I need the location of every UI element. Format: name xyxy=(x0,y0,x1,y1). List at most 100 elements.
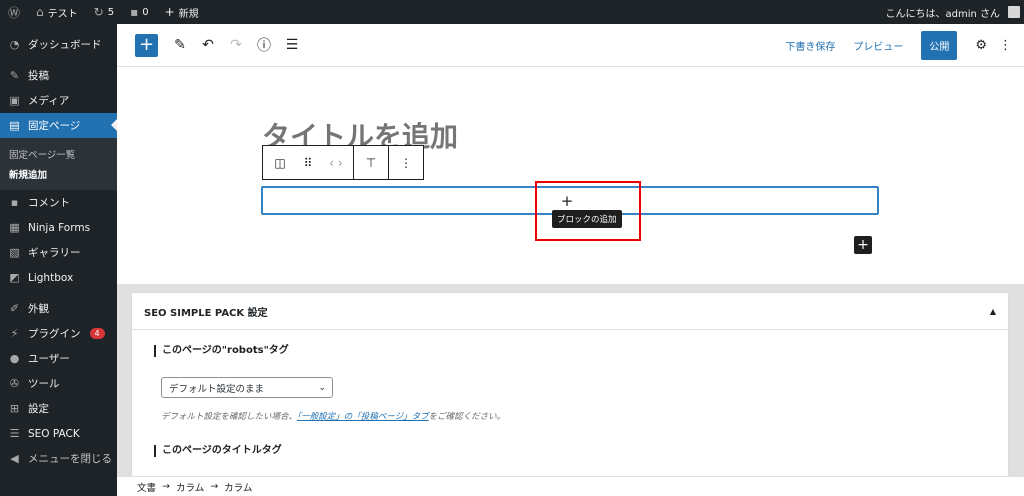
undo-button[interactable]: ↶ xyxy=(196,33,220,57)
breadcrumb-document[interactable]: 文書 xyxy=(137,480,156,494)
block-inserter-toggle[interactable]: + xyxy=(135,33,158,57)
list-view-button[interactable]: ☰ xyxy=(280,33,304,57)
sidebar-item-seo-pack[interactable]: ☰ SEO PACK xyxy=(0,421,117,446)
form-icon: ▦ xyxy=(9,221,20,234)
description-text: デフォルト設定を確認したい場合、 xyxy=(161,412,298,422)
description-suffix: をご確認ください。 xyxy=(428,412,506,422)
robots-select-value: デフォルト設定のまま xyxy=(169,383,265,395)
site-name-link[interactable]: ⌂ テスト xyxy=(28,0,86,24)
submenu-all-pages[interactable]: 固定ページ一覧 xyxy=(0,144,117,164)
gallery-icon: ▧ xyxy=(9,246,20,259)
sidebar-item-label: ギャラリー xyxy=(28,247,81,259)
plus-icon: + xyxy=(138,34,155,55)
collapse-icon: ◀ xyxy=(10,452,19,465)
pencil-icon: ✎ xyxy=(174,37,186,53)
greeting: こんにちは、admin さん xyxy=(885,8,1000,20)
block-options-icon[interactable]: ⋮ xyxy=(394,151,418,175)
plus-icon: + xyxy=(857,237,869,253)
sidebar-item-label: ダッシュボード xyxy=(28,39,102,51)
arrow-right-icon: → xyxy=(210,481,219,492)
list-icon: ☰ xyxy=(9,427,20,440)
sidebar-item-label: 設定 xyxy=(28,403,49,415)
new-content-link[interactable]: + 新規 xyxy=(157,0,207,24)
meta-boxes-area: SEO SIMPLE PACK 設定 ▲ このページの"robots"タグ デフ… xyxy=(117,284,1024,496)
sidebar-item-label: SEO PACK xyxy=(28,427,80,440)
account-menu[interactable]: こんにちは、admin さん xyxy=(877,0,1024,24)
comment-icon: ▪ xyxy=(10,196,19,209)
save-draft-button[interactable]: 下書き保存 xyxy=(785,38,835,53)
site-name: テスト xyxy=(47,8,78,20)
dashboard-icon: ◔ xyxy=(9,38,20,51)
plugin-update-badge: 4 xyxy=(89,328,105,339)
more-options-icon[interactable]: ⋮ xyxy=(999,38,1012,53)
admin-bar: Ⓦ ⌂ テスト ↻ 5 ▪ 0 + 新規 こんにちは、admin さん xyxy=(0,0,1024,24)
drag-handle-icon[interactable]: ⠿ xyxy=(296,151,320,175)
metabox-header[interactable]: SEO SIMPLE PACK 設定 ▲ xyxy=(132,293,1008,330)
info-icon: ⓘ xyxy=(257,38,271,54)
arrow-right-icon: → xyxy=(162,481,170,492)
submenu-add-new[interactable]: 新規追加 xyxy=(0,164,117,184)
robots-select[interactable]: デフォルト設定のまま ⌄ xyxy=(161,377,333,398)
sidebar-item-label: Lightbox xyxy=(28,271,74,284)
sidebar-item-media[interactable]: ▣ メディア xyxy=(0,88,117,113)
comments-link[interactable]: ▪ 0 xyxy=(122,0,157,24)
sidebar-item-plugins[interactable]: ⚡ プラグイン 4 xyxy=(0,321,117,346)
sidebar-item-lightbox[interactable]: ◩ Lightbox xyxy=(0,265,117,290)
updates-count: 5 xyxy=(107,6,115,18)
sidebar-item-label: 固定ページ xyxy=(28,120,81,132)
robots-field-label: このページの"robots"タグ xyxy=(154,345,289,357)
sidebar-item-settings[interactable]: ⊞ 設定 xyxy=(0,396,117,421)
sidebar-item-label: メディア xyxy=(28,95,70,107)
settings-gear-icon[interactable]: ⚙ xyxy=(975,38,987,53)
pin-icon: ✎ xyxy=(9,69,20,82)
sidebar-collapse-menu[interactable]: ◀ メニューを閉じる xyxy=(0,446,117,471)
admin-sidebar: ◔ ダッシュボード ✎ 投稿 ▣ メディア ▤ 固定ページ 固定ページ一覧 新規… xyxy=(0,24,117,496)
sidebar-item-ninja-forms[interactable]: ▦ Ninja Forms xyxy=(0,215,117,240)
general-settings-link[interactable]: 「一般設定」の「投稿ページ」タブ xyxy=(297,412,429,422)
new-label: 新規 xyxy=(178,8,199,20)
sidebar-item-comments[interactable]: ▪ コメント xyxy=(0,190,117,215)
sidebar-item-pages[interactable]: ▤ 固定ページ xyxy=(0,113,117,138)
sidebar-item-label: 外観 xyxy=(28,303,49,315)
move-arrows-icon[interactable]: ‹ › xyxy=(324,151,348,175)
comments-count: 0 xyxy=(142,6,149,18)
sidebar-item-label: プラグイン xyxy=(28,328,81,340)
sidebar-item-dashboard[interactable]: ◔ ダッシュボード xyxy=(0,32,117,57)
add-column-button[interactable]: + xyxy=(854,236,872,254)
vertical-align-top-icon[interactable]: ⊤ xyxy=(359,151,383,175)
robots-description: デフォルト設定を確認したい場合、「一般設定」の「投稿ページ」タブをご確認ください… xyxy=(161,410,505,422)
pages-submenu: 固定ページ一覧 新規追加 xyxy=(0,138,117,190)
metabox-title: SEO SIMPLE PACK 設定 xyxy=(144,307,268,319)
chevron-down-icon: ⌄ xyxy=(318,382,326,393)
tools-button[interactable]: ✎ xyxy=(168,33,192,57)
sidebar-item-gallery[interactable]: ▧ ギャラリー xyxy=(0,240,117,265)
seo-simple-pack-metabox: SEO SIMPLE PACK 設定 ▲ このページの"robots"タグ デフ… xyxy=(131,292,1009,494)
redo-button[interactable]: ↷ xyxy=(224,33,248,57)
sidebar-item-label: ユーザー xyxy=(28,353,70,365)
sidebar-item-tools[interactable]: ✇ ツール xyxy=(0,371,117,396)
preview-button[interactable]: プレビュー xyxy=(853,38,903,53)
editor-header: + ✎ ↶ ↷ ⓘ ☰ 下書き保存 プレビュー 公開 ⚙ ⋮ xyxy=(117,24,1024,67)
title-tag-field-label: このページのタイトルタグ xyxy=(154,445,282,457)
user-icon: ● xyxy=(9,352,20,365)
sidebar-item-label: Ninja Forms xyxy=(28,221,91,234)
comment-bubble-icon: ▪ xyxy=(130,5,139,19)
details-button[interactable]: ⓘ xyxy=(252,33,276,57)
breadcrumb-columns[interactable]: カラム xyxy=(176,480,204,494)
wordpress-logo-button[interactable]: Ⓦ xyxy=(0,0,28,24)
columns-block-icon[interactable]: ◫ xyxy=(268,151,292,175)
sidebar-item-users[interactable]: ● ユーザー xyxy=(0,346,117,371)
wrench-icon: ✇ xyxy=(9,377,20,390)
sidebar-item-posts[interactable]: ✎ 投稿 xyxy=(0,63,117,88)
wordpress-icon: Ⓦ xyxy=(8,5,21,20)
sidebar-item-label: ツール xyxy=(28,378,60,390)
updates-link[interactable]: ↻ 5 xyxy=(86,0,122,24)
settings-icon: ⊞ xyxy=(9,402,20,415)
home-icon: ⌂ xyxy=(36,5,44,19)
sidebar-item-appearance[interactable]: ✐ 外観 xyxy=(0,296,117,321)
breadcrumb-column[interactable]: カラム xyxy=(224,480,252,494)
collapse-arrow-icon[interactable]: ▲ xyxy=(990,307,996,316)
publish-button[interactable]: 公開 xyxy=(921,30,958,60)
plus-icon: + xyxy=(164,5,175,19)
lightbox-icon: ◩ xyxy=(9,271,20,284)
